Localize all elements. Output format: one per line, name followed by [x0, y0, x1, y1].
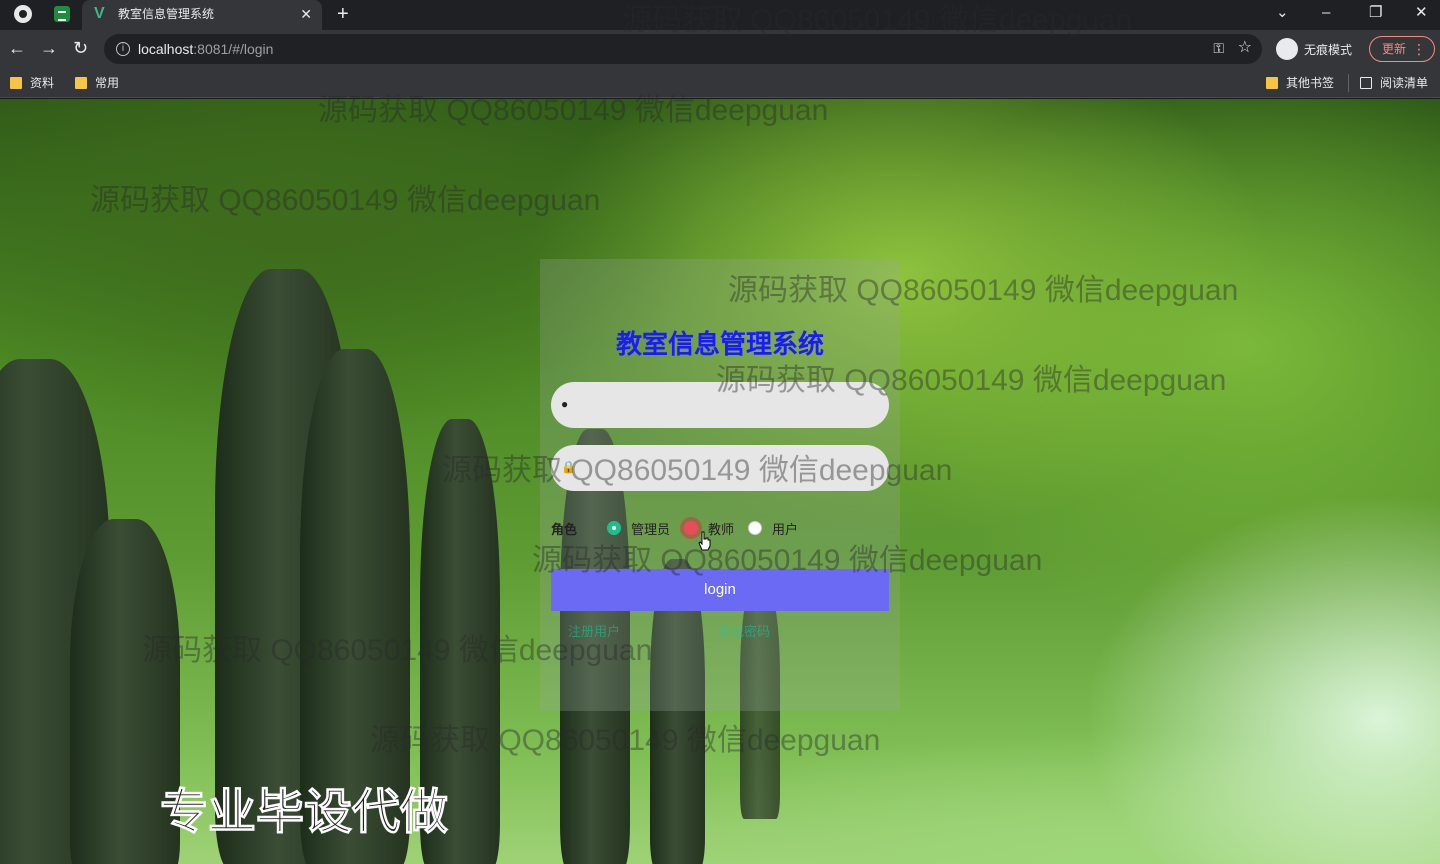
- user-icon: ●: [561, 397, 569, 411]
- bookmark-star-icon[interactable]: ☆: [1238, 39, 1252, 57]
- reload-icon[interactable]: ↻: [73, 38, 88, 58]
- bookmark-folder-1[interactable]: 常用: [75, 75, 119, 91]
- incognito-label: 无痕模式: [1304, 42, 1353, 57]
- new-tab-icon[interactable]: +: [337, 2, 349, 26]
- minimize-icon[interactable]: –: [1322, 3, 1330, 23]
- role-selector: 角色 管理员 教师 用户: [551, 518, 889, 538]
- role-label: 角色: [551, 521, 578, 537]
- role-radio-user[interactable]: 用户: [748, 519, 798, 538]
- browser-tab[interactable]: V 教室信息管理系统 ✕: [82, 0, 322, 30]
- other-bookmarks[interactable]: 其他书签: [1266, 75, 1334, 91]
- watermark: 源码获取 QQ86050149 微信deepguan: [142, 634, 653, 667]
- tab-title: 教室信息管理系统: [118, 7, 215, 21]
- browser-menu-icon[interactable]: [14, 5, 32, 23]
- folder-icon: [75, 77, 87, 89]
- more-menu-icon[interactable]: ⋮: [1412, 37, 1426, 61]
- tab-group-icon[interactable]: [54, 6, 70, 22]
- radio-icon[interactable]: [684, 521, 699, 535]
- watermark: 源码获取 QQ86050149 微信deepguan: [90, 184, 601, 217]
- url-text: localhost:8081/#/login: [138, 41, 274, 57]
- reading-list[interactable]: 阅读清单: [1360, 75, 1428, 91]
- vue-favicon-icon: V: [94, 5, 105, 22]
- forgot-password-link[interactable]: 忘记密码: [718, 621, 770, 640]
- role-option-label: 用户: [772, 521, 799, 537]
- watermark: 源码获取 QQ86050149 微信deepguan: [442, 454, 953, 487]
- radio-icon[interactable]: [748, 521, 763, 535]
- update-button[interactable]: 更新 ⋮: [1369, 36, 1435, 62]
- reading-list-icon: [1360, 77, 1372, 89]
- tab-search-icon[interactable]: ⌄: [1276, 3, 1289, 23]
- folder-icon: [1266, 77, 1278, 89]
- watermark: 源码获取 QQ86050149 微信deepguan: [318, 94, 829, 127]
- tab-close-icon[interactable]: ✕: [300, 5, 312, 23]
- folder-icon: [10, 77, 22, 89]
- address-bar[interactable]: i localhost:8081/#/login ⚿ ☆: [104, 34, 1262, 64]
- forward-icon[interactable]: →: [40, 38, 58, 58]
- watermark: 源码获取 QQ86050149 微信deepguan: [716, 364, 1227, 397]
- promo-banner: 专业毕设代做: [159, 786, 449, 840]
- watermark: 源码获取 QQ86050149 微信deepguan: [370, 724, 881, 757]
- radio-checked-icon[interactable]: [607, 521, 621, 535]
- login-title: 教室信息管理系统: [615, 329, 824, 359]
- bookmark-divider: [1348, 74, 1349, 92]
- password-key-icon[interactable]: ⚿: [1213, 40, 1224, 56]
- bookmark-folder-0[interactable]: 资料: [10, 75, 54, 91]
- bookmark-label: 资料: [30, 76, 55, 90]
- role-option-label: 管理员: [631, 521, 671, 537]
- incognito-indicator[interactable]: 无痕模式: [1276, 37, 1352, 61]
- watermark: 源码获取 QQ86050149 微信deepguan: [622, 4, 1133, 37]
- close-window-icon[interactable]: ✕: [1415, 3, 1428, 23]
- update-label: 更新: [1382, 42, 1407, 56]
- incognito-icon: [1276, 38, 1298, 60]
- bookmark-label: 常用: [95, 76, 120, 90]
- back-icon[interactable]: ←: [8, 38, 26, 58]
- bookmark-label: 阅读清单: [1380, 76, 1429, 90]
- restore-icon[interactable]: ❐: [1369, 3, 1382, 23]
- role-radio-admin[interactable]: 管理员: [607, 519, 670, 538]
- watermark: 源码获取 QQ86050149 微信deepguan: [728, 274, 1239, 307]
- site-info-icon[interactable]: i: [116, 42, 130, 56]
- bookmark-label: 其他书签: [1286, 76, 1335, 90]
- watermark: 源码获取 QQ86050149 微信deepguan: [532, 544, 1043, 577]
